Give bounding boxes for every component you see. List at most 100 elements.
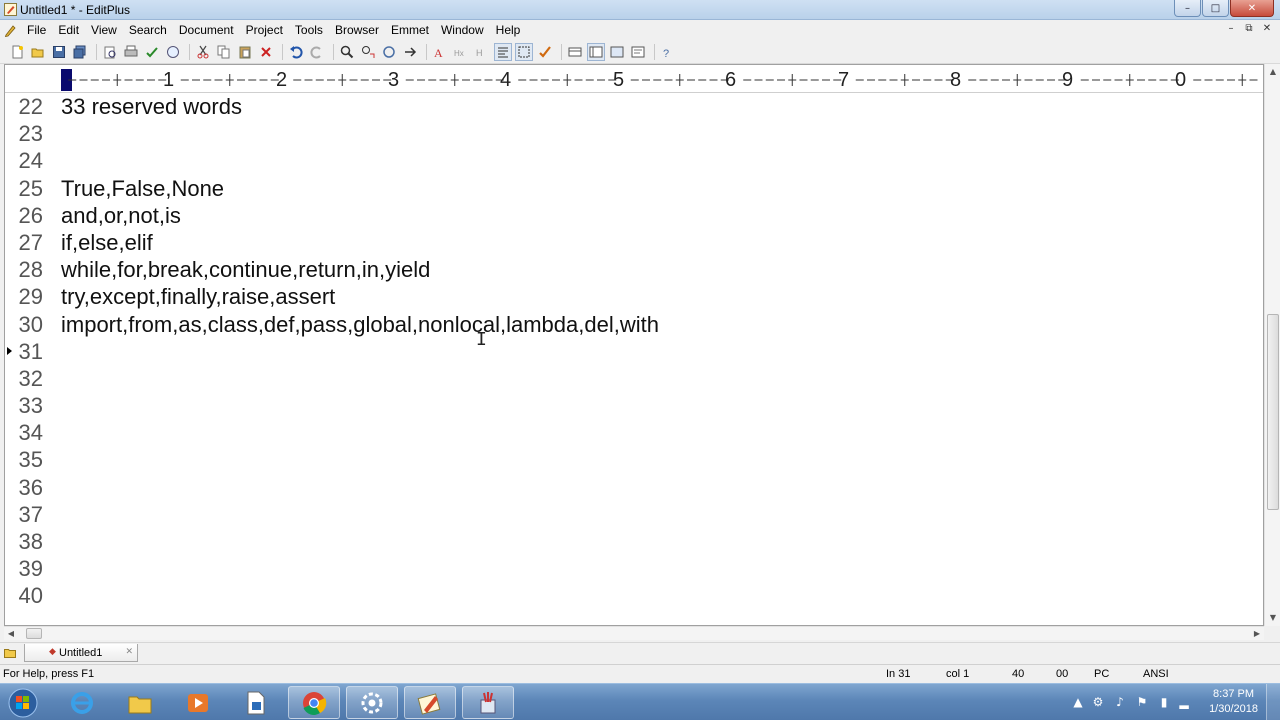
editor-lines[interactable]: 22 33 reserved words 23 24 25 True,False,N…	[5, 93, 1263, 610]
hex-icon[interactable]: Hx	[452, 43, 470, 61]
tab-close-icon[interactable]: ✕	[125, 647, 133, 657]
column-select-icon[interactable]	[515, 42, 533, 61]
paint-app-icon[interactable]	[462, 686, 514, 719]
editplus-app-icon[interactable]	[4, 3, 17, 16]
menu-view[interactable]: View	[85, 23, 123, 37]
copy-icon[interactable]	[215, 43, 233, 61]
settings-app-icon[interactable]	[346, 686, 398, 719]
editor-line[interactable]: 36	[5, 474, 1263, 501]
print-icon[interactable]	[122, 43, 140, 61]
scroll-down-icon[interactable]: ▼	[1265, 610, 1280, 626]
minimize-button[interactable]: –	[1174, 0, 1201, 17]
editor-line[interactable]: 22 33 reserved words	[5, 93, 1263, 120]
find-icon[interactable]	[338, 43, 356, 61]
clock[interactable]: 8:37 PM 1/30/2018	[1209, 687, 1258, 717]
show-desktop-button[interactable]	[1266, 684, 1280, 720]
scroll-right-icon[interactable]: ▶	[1250, 627, 1264, 641]
ruler-icon[interactable]	[566, 43, 584, 61]
line-text[interactable]: if,else,elif	[61, 230, 153, 256]
menu-help[interactable]: Help	[490, 23, 527, 37]
menu-file[interactable]: File	[21, 23, 52, 37]
save-all-icon[interactable]	[71, 43, 89, 61]
editor-line[interactable]: 35	[5, 446, 1263, 473]
start-button[interactable]	[6, 687, 40, 718]
line-text[interactable]: try,except,finally,raise,assert	[61, 284, 335, 310]
delete-icon[interactable]	[257, 43, 275, 61]
editor-line[interactable]: 39	[5, 555, 1263, 582]
cliptext-icon[interactable]	[629, 43, 647, 61]
editor-line[interactable]: 38	[5, 528, 1263, 555]
folder-icon[interactable]	[4, 647, 16, 658]
hide-icon[interactable]: H	[473, 43, 491, 61]
scroll-left-icon[interactable]: ◀	[4, 627, 18, 641]
open-file-icon[interactable]	[29, 43, 47, 61]
line-text[interactable]: import,from,as,class,def,pass,global,non…	[61, 312, 659, 338]
scroll-up-icon[interactable]: ▲	[1265, 64, 1280, 80]
cut-icon[interactable]	[194, 43, 212, 61]
help-icon[interactable]: ?	[659, 43, 677, 61]
vertical-scrollbar[interactable]: ▲ ▼	[1264, 64, 1280, 626]
editor-line[interactable]: 29 try,except,finally,raise,assert	[5, 283, 1263, 310]
doc-minimize-button[interactable]: –	[1224, 23, 1238, 36]
new-file-icon[interactable]	[8, 43, 26, 61]
power-icon[interactable]: ▮	[1156, 694, 1172, 710]
action-center-flag-icon[interactable]: ⚑	[1134, 694, 1150, 710]
horizontal-scroll-thumb[interactable]	[26, 628, 42, 639]
full-screen-icon[interactable]	[608, 43, 626, 61]
menu-project[interactable]: Project	[240, 23, 289, 37]
paste-icon[interactable]	[236, 43, 254, 61]
maximize-button[interactable]: □	[1202, 0, 1229, 17]
editor-line[interactable]: 23	[5, 120, 1263, 147]
find-in-files-icon[interactable]	[380, 43, 398, 61]
wifi-signal-icon[interactable]: ▂	[1176, 694, 1192, 710]
editor-line[interactable]: 26 and,or,not,is	[5, 202, 1263, 229]
editor-line[interactable]: 28 while,for,break,continue,return,in,yie…	[5, 256, 1263, 283]
menu-search[interactable]: Search	[123, 23, 173, 37]
undo-icon[interactable]	[287, 43, 305, 61]
show-hidden-icons-icon[interactable]: ▲	[1070, 694, 1086, 710]
save-icon[interactable]	[50, 43, 68, 61]
line-text[interactable]: while,for,break,continue,return,in,yield	[61, 257, 430, 283]
menu-document[interactable]: Document	[173, 23, 240, 37]
font-icon[interactable]: A	[431, 43, 449, 61]
chrome-icon[interactable]	[288, 686, 340, 719]
document-app-icon[interactable]	[230, 686, 282, 719]
editor-line[interactable]: 27 if,else,elif	[5, 229, 1263, 256]
doc-close-button[interactable]: ✕	[1260, 23, 1274, 36]
editor-line[interactable]: 30 import,from,as,class,def,pass,global,n…	[5, 311, 1263, 338]
spell-check-icon[interactable]	[143, 43, 161, 61]
menu-edit[interactable]: Edit	[52, 23, 85, 37]
word-wrap-icon[interactable]	[494, 42, 512, 61]
document-pencil-icon[interactable]	[4, 24, 17, 37]
horizontal-scrollbar[interactable]: ◀ ▶	[4, 626, 1264, 640]
close-button[interactable]: ✕	[1230, 0, 1274, 17]
print-preview-icon[interactable]	[101, 43, 119, 61]
doc-restore-button[interactable]: ⧉	[1242, 23, 1256, 36]
menu-window[interactable]: Window	[435, 23, 490, 37]
editor-line[interactable]: 40	[5, 582, 1263, 609]
editor-line[interactable]: 24	[5, 147, 1263, 174]
title-bar[interactable]: Untitled1 * - EditPlus – □ ✕	[0, 0, 1280, 20]
editor-line[interactable]: 37	[5, 501, 1263, 528]
browser-preview-icon[interactable]	[164, 43, 182, 61]
volume-icon[interactable]: ♪	[1112, 694, 1128, 710]
file-explorer-icon[interactable]	[114, 686, 166, 719]
goto-icon[interactable]	[401, 43, 419, 61]
line-text[interactable]: and,or,not,is	[61, 203, 181, 229]
tab-untitled1[interactable]: ◆ Untitled1 ✕	[24, 644, 138, 662]
editor-line[interactable]: 33	[5, 392, 1263, 419]
editplus-taskbar-icon[interactable]	[404, 686, 456, 719]
vertical-scroll-thumb[interactable]	[1267, 314, 1279, 510]
line-text[interactable]: 33 reserved words	[61, 94, 242, 120]
text-editor[interactable]: 1 2 3 4 5 6 7 8 9 0 22 33 reserved words …	[4, 64, 1264, 626]
check-icon[interactable]	[536, 43, 554, 61]
editor-line[interactable]: 32	[5, 365, 1263, 392]
line-text[interactable]: True,False,None	[61, 176, 224, 202]
redo-icon[interactable]	[308, 43, 326, 61]
editor-line[interactable]: 25 True,False,None	[5, 175, 1263, 202]
network-settings-icon[interactable]: ⚙	[1090, 694, 1106, 710]
internet-explorer-icon[interactable]	[56, 686, 108, 719]
editor-line-current[interactable]: 31	[5, 338, 1263, 365]
replace-icon[interactable]	[359, 43, 377, 61]
menu-browser[interactable]: Browser	[329, 23, 385, 37]
